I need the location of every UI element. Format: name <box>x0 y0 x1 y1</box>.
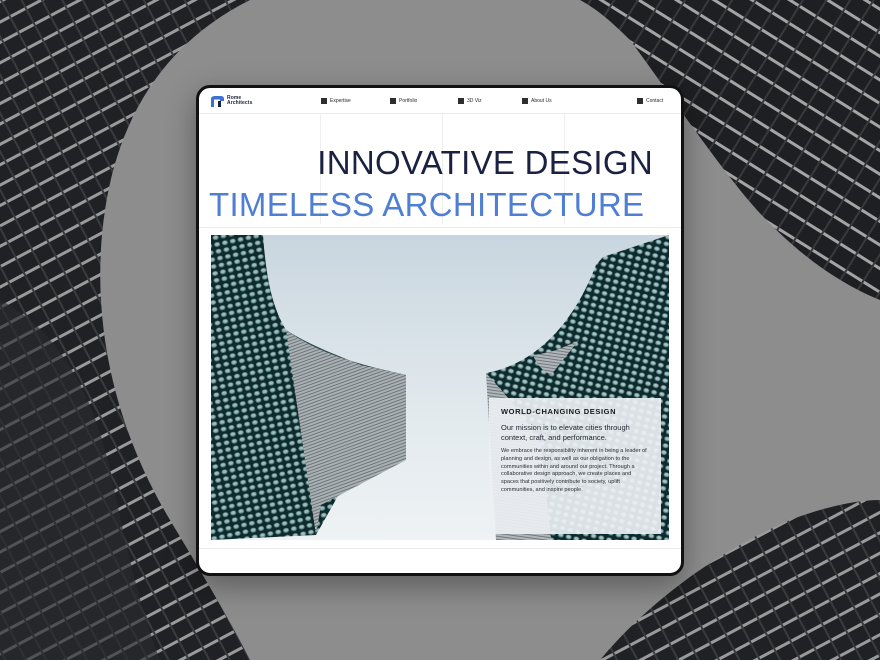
nav-contact[interactable]: Contact <box>637 97 663 105</box>
logo-mark-icon <box>211 95 224 107</box>
nav-portfolio[interactable]: Portfolio <box>390 97 417 105</box>
nav-label: About Us <box>531 98 552 104</box>
card-title: WORLD-CHANGING DESIGN <box>501 407 617 416</box>
square-bullet-icon <box>458 98 464 104</box>
card-body-text: We embrace the responsibility inherent i… <box>501 448 647 493</box>
hero-headline-secondary: TIMELESS ARCHITECTURE <box>209 186 645 223</box>
card-lead-text: Our mission is to elevate cities through… <box>501 423 630 442</box>
square-bullet-icon <box>321 98 327 104</box>
nav-label: 3D Viz <box>467 98 482 104</box>
square-bullet-icon <box>522 98 528 104</box>
section-divider <box>199 548 681 549</box>
mission-card: WORLD-CHANGING DESIGN Our mission is to … <box>489 398 661 534</box>
top-navigation: Rome Architects Expertise Portfolio 3D V… <box>199 88 681 114</box>
nav-label: Expertise <box>330 98 351 104</box>
logo-text: Rome Architects <box>227 95 253 106</box>
square-bullet-icon <box>390 98 396 104</box>
section-divider <box>199 227 681 228</box>
brand-logo[interactable]: Rome Architects <box>211 95 257 107</box>
website-mockup: Rome Architects Expertise Portfolio 3D V… <box>196 85 684 576</box>
nav-label: Contact <box>646 98 664 104</box>
square-bullet-icon <box>637 98 643 104</box>
nav-3d-viz[interactable]: 3D Viz <box>458 97 482 105</box>
nav-label: Portfolio <box>399 98 418 104</box>
nav-about-us[interactable]: About Us <box>522 97 552 105</box>
hero-headline-primary: INNOVATIVE DESIGN <box>317 144 653 181</box>
nav-expertise[interactable]: Expertise <box>321 97 351 105</box>
